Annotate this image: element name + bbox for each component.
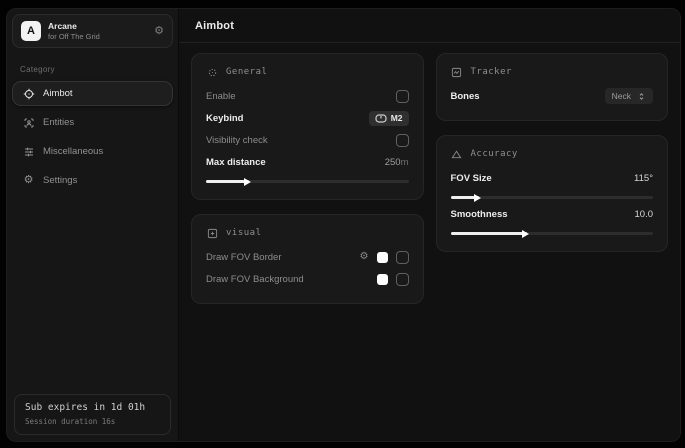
bones-row: Bones Neck	[451, 85, 654, 107]
keybind-label: Keybind	[206, 113, 243, 124]
card-title: Accuracy	[471, 149, 518, 159]
gear-icon[interactable]: ⚙	[360, 252, 369, 262]
crosshair-icon	[206, 66, 218, 78]
subscription-card: Sub expires in 1d 01h Session duration 1…	[14, 394, 171, 435]
max-distance-label: Max distance	[206, 157, 266, 168]
sidebar-item-label: Settings	[43, 175, 77, 186]
smoothness-slider-fill	[451, 232, 528, 235]
left-column: General Enable Keybind	[191, 53, 424, 304]
tracker-icon	[451, 66, 463, 78]
visibility-check-row: Visibility check	[206, 129, 409, 151]
gear-icon[interactable]: ⚙	[154, 26, 164, 37]
category-label: Category	[20, 65, 165, 74]
smoothness-value: 10.0	[635, 209, 654, 220]
visibility-check-label: Visibility check	[206, 135, 268, 146]
sidebar-item-miscellaneous[interactable]: Miscellaneous	[12, 139, 173, 164]
visual-card-header: visual	[206, 224, 409, 242]
draw-fov-background-row: Draw FOV Background	[206, 268, 409, 290]
draw-fov-background-checkbox[interactable]	[396, 273, 409, 286]
card-title: Tracker	[471, 67, 512, 77]
visual-card: visual Draw FOV Border ⚙ Draw FOV Backgr…	[191, 214, 424, 304]
app-subtitle: for Off The Grid	[48, 32, 100, 41]
app-window: A Arcane for Off The Grid ⚙ Category Aim…	[6, 8, 681, 442]
app-name: Arcane	[48, 21, 100, 31]
main-panel: Aimbot General E	[179, 9, 680, 441]
gear-icon: ⚙	[22, 174, 35, 187]
fov-size-slider[interactable]	[451, 196, 654, 199]
enable-checkbox[interactable]	[396, 90, 409, 103]
general-card: General Enable Keybind	[191, 53, 424, 200]
crosshair-icon	[22, 87, 35, 100]
smoothness-slider-thumb[interactable]	[522, 230, 529, 238]
page-title: Aimbot	[195, 20, 234, 32]
smoothness-label: Smoothness	[451, 209, 508, 220]
sidebar-item-label: Aimbot	[43, 88, 73, 99]
visibility-check-checkbox[interactable]	[396, 134, 409, 147]
session-duration-text: Session duration 16s	[25, 417, 160, 426]
right-column: Tracker Bones Neck	[436, 53, 669, 252]
draw-fov-border-controls: ⚙	[360, 251, 409, 264]
enable-label: Enable	[206, 91, 236, 102]
scan-person-icon	[22, 116, 35, 129]
main-header: Aimbot	[179, 9, 680, 43]
brand-text: Arcane for Off The Grid	[48, 21, 100, 41]
sparkle-box-icon	[206, 227, 218, 239]
draw-fov-background-label: Draw FOV Background	[206, 274, 304, 285]
bones-value: Neck	[612, 91, 631, 101]
max-distance-row: Max distance 250m	[206, 151, 409, 173]
sidebar-item-label: Miscellaneous	[43, 146, 103, 157]
general-card-header: General	[206, 63, 409, 81]
max-distance-slider-fill	[206, 180, 249, 183]
app-logo: A	[21, 21, 41, 41]
tracker-card: Tracker Bones Neck	[436, 53, 669, 121]
card-title: visual	[226, 228, 262, 238]
mouse-icon	[375, 114, 387, 123]
draw-fov-border-checkbox[interactable]	[396, 251, 409, 264]
fov-size-value: 115°	[634, 173, 653, 184]
expand-icon	[637, 92, 646, 101]
sidebar-spacer	[12, 197, 173, 394]
sidebar-item-label: Entities	[43, 117, 74, 128]
fov-size-row: FOV Size 115°	[451, 167, 654, 189]
accuracy-card: Accuracy FOV Size 115° Smoothness 10.0	[436, 135, 669, 252]
smoothness-slider[interactable]	[451, 232, 654, 235]
sidebar-item-settings[interactable]: ⚙ Settings	[12, 168, 173, 193]
keybind-button[interactable]: M2	[369, 111, 409, 126]
sidebar: A Arcane for Off The Grid ⚙ Category Aim…	[7, 9, 179, 441]
enable-row: Enable	[206, 85, 409, 107]
draw-fov-border-row: Draw FOV Border ⚙	[206, 246, 409, 268]
tracker-card-header: Tracker	[451, 63, 654, 81]
sidebar-item-aimbot[interactable]: Aimbot	[12, 81, 173, 106]
fov-size-label: FOV Size	[451, 173, 492, 184]
keybind-row: Keybind M2	[206, 107, 409, 129]
fov-border-color-swatch[interactable]	[377, 252, 388, 263]
fov-size-slider-fill	[451, 196, 479, 199]
max-distance-unit: m	[401, 157, 409, 168]
draw-fov-border-label: Draw FOV Border	[206, 252, 282, 263]
smoothness-row: Smoothness 10.0	[451, 203, 654, 225]
sliders-icon	[22, 145, 35, 158]
sidebar-item-entities[interactable]: Entities	[12, 110, 173, 135]
sub-expires-text: Sub expires in 1d 01h	[25, 402, 160, 413]
accuracy-card-header: Accuracy	[451, 145, 654, 163]
triangle-icon	[451, 148, 463, 160]
card-title: General	[226, 67, 267, 77]
fov-size-slider-thumb[interactable]	[474, 194, 481, 202]
bones-label: Bones	[451, 91, 480, 102]
max-distance-slider-thumb[interactable]	[244, 178, 251, 186]
content: General Enable Keybind	[179, 43, 680, 441]
keybind-value: M2	[391, 113, 403, 123]
bones-select[interactable]: Neck	[605, 88, 653, 104]
max-distance-slider[interactable]	[206, 180, 409, 183]
brand-card: A Arcane for Off The Grid ⚙	[12, 14, 173, 48]
max-distance-value: 250m	[385, 157, 409, 168]
fov-background-color-swatch[interactable]	[377, 274, 388, 285]
draw-fov-background-controls	[377, 273, 409, 286]
